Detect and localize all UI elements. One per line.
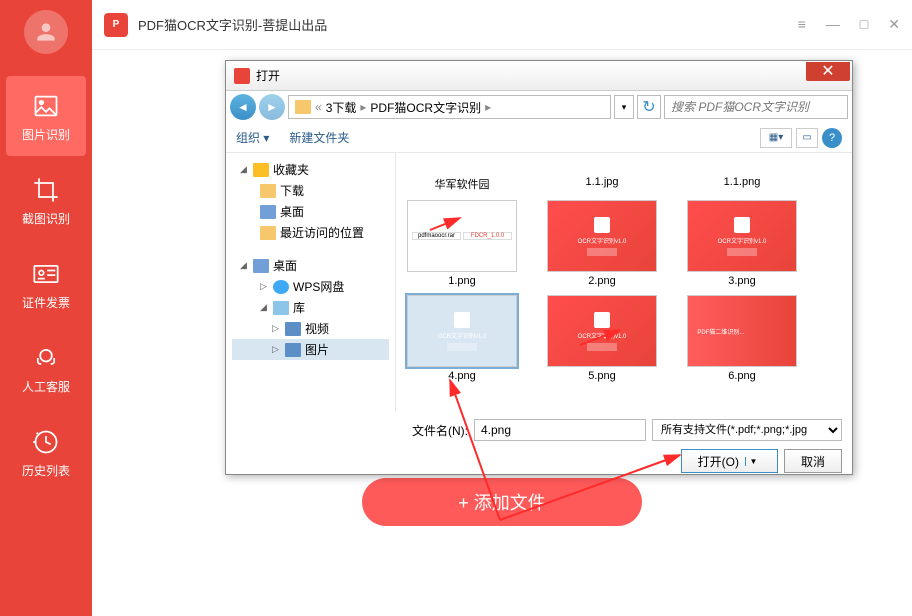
headset-icon <box>30 342 62 374</box>
file-item[interactable]: PDF猫二维识别... 6.png <box>682 295 802 382</box>
nav-forward-button[interactable]: ► <box>259 94 285 120</box>
sidebar-item-label: 证件发票 <box>22 294 70 311</box>
filetype-select[interactable]: 所有支持文件(*.pdf;*.png;*.jpg <box>652 419 842 441</box>
dialog-footer: 文件名(N): 所有支持文件(*.pdf;*.png;*.jpg 打开(O)▼ … <box>226 411 852 481</box>
help-button[interactable]: ? <box>822 128 842 148</box>
folder-icon <box>295 100 311 114</box>
sidebar-item-label: 截图识别 <box>22 210 70 227</box>
search-input[interactable] <box>664 95 848 119</box>
file-item[interactable]: 华军软件园 <box>402 157 522 192</box>
breadcrumb-seg[interactable]: 3下载 <box>326 99 357 116</box>
image-icon <box>30 90 62 122</box>
view-mode-button[interactable]: ▦▾ <box>760 128 792 148</box>
tree-video[interactable]: ▷视频 <box>232 318 389 339</box>
open-button-dropdown[interactable]: ▼ <box>745 457 761 466</box>
filename-label: 文件名(N): <box>412 422 468 439</box>
refresh-button[interactable]: ↻ <box>637 95 661 119</box>
file-grid: 华军软件园 1.1.jpg 1.1.png pdfmaoocr.rarFDCR_… <box>396 153 852 411</box>
sidebar-item-screenshot-ocr[interactable]: 截图识别 <box>6 160 86 240</box>
tree-downloads[interactable]: 下载 <box>232 180 389 201</box>
tree-pictures[interactable]: ▷图片 <box>232 339 389 360</box>
breadcrumb-dropdown[interactable]: ▾ <box>614 95 634 119</box>
file-item[interactable]: 1.1.jpg <box>542 157 662 192</box>
breadcrumb[interactable]: « 3下载 ▸ PDF猫OCR文字识别 ▸ <box>288 95 611 119</box>
tree-library[interactable]: ◢库 <box>232 297 389 318</box>
maximize-button[interactable]: □ <box>860 16 868 33</box>
file-item[interactable]: pdfmaoocr.rarFDCR_1.0.0 1.png <box>402 200 522 287</box>
app-logo-icon: P <box>104 13 128 37</box>
dialog-nav: ◄ ► « 3下载 ▸ PDF猫OCR文字识别 ▸ ▾ ↻ <box>226 91 852 123</box>
open-button[interactable]: 打开(O)▼ <box>681 449 778 473</box>
sidebar-item-label: 图片识别 <box>22 126 70 143</box>
sidebar-item-history[interactable]: 历史列表 <box>6 412 86 492</box>
sidebar-item-id-invoice[interactable]: 证件发票 <box>6 244 86 324</box>
nav-back-button[interactable]: ◄ <box>230 94 256 120</box>
avatar[interactable] <box>24 10 68 54</box>
minimize-button[interactable]: — <box>826 16 840 33</box>
tree-wps[interactable]: ▷WPS网盘 <box>232 276 389 297</box>
window-controls: ≡ — □ ✕ <box>798 16 900 33</box>
crop-icon <box>30 174 62 206</box>
dialog-body: ◢收藏夹 下载 桌面 最近访问的位置 ◢桌面 ▷WPS网盘 ◢库 ▷视频 ▷图片… <box>226 153 852 411</box>
tree-favorites[interactable]: ◢收藏夹 <box>232 159 389 180</box>
file-item-selected[interactable]: OCR文字识别v1.0 4.png <box>402 295 522 382</box>
dialog-toolbar: 组织 ▾ 新建文件夹 ▦▾ ▭ ? <box>226 123 852 153</box>
close-button[interactable]: ✕ <box>888 16 900 33</box>
file-open-dialog: 打开 ✕ ◄ ► « 3下载 ▸ PDF猫OCR文字识别 ▸ ▾ ↻ 组织 ▾ … <box>225 60 853 475</box>
file-item[interactable]: 1.1.png <box>682 157 802 192</box>
history-icon <box>30 426 62 458</box>
menu-icon[interactable]: ≡ <box>798 16 806 33</box>
dialog-close-button[interactable]: ✕ <box>806 62 850 81</box>
id-card-icon <box>30 258 62 290</box>
dialog-titlebar[interactable]: 打开 ✕ <box>226 61 852 91</box>
file-item[interactable]: OCR文字识别v1.0 2.png <box>542 200 662 287</box>
header: P PDF猫OCR文字识别-菩提山出品 ≡ — □ ✕ <box>92 0 912 50</box>
folder-tree: ◢收藏夹 下载 桌面 最近访问的位置 ◢桌面 ▷WPS网盘 ◢库 ▷视频 ▷图片 <box>226 153 396 411</box>
tree-desktop[interactable]: 桌面 <box>232 201 389 222</box>
tree-recent[interactable]: 最近访问的位置 <box>232 222 389 243</box>
preview-toggle-button[interactable]: ▭ <box>796 128 818 148</box>
file-item[interactable]: OCR文字识别v1.0 5.png <box>542 295 662 382</box>
filename-input[interactable] <box>474 419 646 441</box>
add-file-button[interactable]: + 添加文件 <box>362 478 642 526</box>
sidebar-item-label: 人工客服 <box>22 378 70 395</box>
organize-menu[interactable]: 组织 ▾ <box>236 129 269 146</box>
sidebar-item-image-ocr[interactable]: 图片识别 <box>6 76 86 156</box>
breadcrumb-seg[interactable]: PDF猫OCR文字识别 <box>370 99 481 116</box>
sidebar-item-support[interactable]: 人工客服 <box>6 328 86 408</box>
dialog-title: 打开 <box>256 67 806 84</box>
sidebar-item-label: 历史列表 <box>22 462 70 479</box>
sidebar: 图片识别 截图识别 证件发票 人工客服 历史列表 <box>0 0 92 616</box>
dialog-icon <box>234 68 250 84</box>
app-title: PDF猫OCR文字识别-菩提山出品 <box>138 15 798 34</box>
file-item[interactable]: OCR文字识别v1.0 3.png <box>682 200 802 287</box>
cancel-button[interactable]: 取消 <box>784 449 842 473</box>
new-folder-button[interactable]: 新建文件夹 <box>289 129 349 146</box>
tree-desktop-root[interactable]: ◢桌面 <box>232 255 389 276</box>
